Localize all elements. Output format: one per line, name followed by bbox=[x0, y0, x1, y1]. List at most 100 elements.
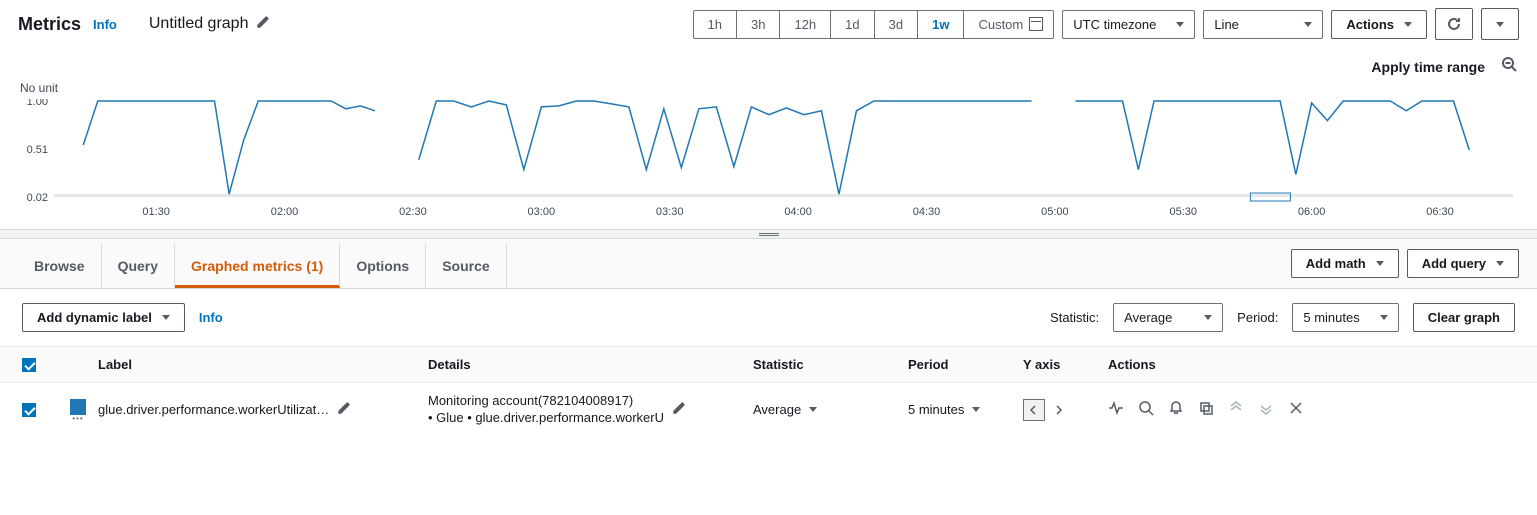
statistic-value: Average bbox=[1124, 310, 1172, 325]
header-controls: 1h 3h 12h 1d 3d 1w Custom UTC timezone L… bbox=[693, 8, 1519, 40]
add-query-label: Add query bbox=[1422, 256, 1486, 271]
controls-row: Add dynamic label Info Statistic: Averag… bbox=[0, 289, 1537, 347]
apply-time-range[interactable]: Apply time range bbox=[1371, 59, 1485, 75]
refresh-button[interactable] bbox=[1435, 8, 1473, 40]
svg-text:0.51: 0.51 bbox=[27, 144, 48, 156]
copy-icon[interactable] bbox=[1198, 400, 1214, 419]
info-link[interactable]: Info bbox=[93, 17, 117, 32]
svg-text:02:00: 02:00 bbox=[271, 206, 299, 218]
row-statistic-select[interactable]: Average bbox=[753, 402, 817, 417]
range-custom[interactable]: Custom bbox=[964, 11, 1053, 38]
svg-text:02:30: 02:30 bbox=[399, 206, 427, 218]
period-select[interactable]: 5 minutes bbox=[1292, 303, 1398, 332]
statistic-select[interactable]: Average bbox=[1113, 303, 1223, 332]
range-3h[interactable]: 3h bbox=[737, 11, 780, 38]
tab-options[interactable]: Options bbox=[340, 244, 426, 288]
metrics-header: Metrics Info Untitled graph 1h 3h 12h 1d… bbox=[0, 0, 1537, 48]
col-header-details: Details bbox=[428, 357, 753, 372]
range-1w[interactable]: 1w bbox=[918, 11, 964, 38]
chart-ylabel: No unit bbox=[20, 81, 1519, 95]
range-3d[interactable]: 3d bbox=[875, 11, 918, 38]
row-statistic-value: Average bbox=[753, 402, 801, 417]
range-12h[interactable]: 12h bbox=[780, 11, 831, 38]
time-range-group: 1h 3h 12h 1d 3d 1w Custom bbox=[693, 10, 1055, 39]
chevron-down-icon bbox=[809, 407, 817, 412]
graph-title: Untitled graph bbox=[149, 15, 249, 33]
chevron-down-icon bbox=[972, 407, 980, 412]
row-checkbox[interactable] bbox=[22, 403, 36, 417]
col-header-statistic: Statistic bbox=[753, 357, 908, 372]
chart-type-label: Line bbox=[1214, 17, 1239, 32]
chevron-down-icon bbox=[1496, 261, 1504, 266]
splitter-handle[interactable] bbox=[0, 229, 1537, 239]
move-down-icon[interactable] bbox=[1258, 400, 1274, 419]
range-custom-label: Custom bbox=[978, 17, 1023, 32]
pencil-icon[interactable] bbox=[337, 401, 351, 418]
tab-graphed-metrics[interactable]: Graphed metrics (1) bbox=[175, 244, 340, 288]
period-label: Period: bbox=[1237, 310, 1278, 325]
svg-text:1.00: 1.00 bbox=[27, 99, 48, 108]
row-period-select[interactable]: 5 minutes bbox=[908, 402, 980, 417]
info-link[interactable]: Info bbox=[199, 310, 223, 325]
pencil-icon[interactable] bbox=[256, 15, 270, 34]
chevron-down-icon bbox=[1204, 315, 1212, 320]
tabs-bar: Browse Query Graphed metrics (1) Options… bbox=[0, 239, 1537, 289]
clear-graph-button[interactable]: Clear graph bbox=[1413, 303, 1515, 332]
chevron-down-icon bbox=[1376, 261, 1384, 266]
svg-text:04:00: 04:00 bbox=[784, 206, 812, 218]
yaxis-left-button[interactable] bbox=[1023, 399, 1045, 421]
tab-query[interactable]: Query bbox=[102, 244, 175, 288]
actions-label: Actions bbox=[1346, 17, 1394, 32]
range-1d[interactable]: 1d bbox=[831, 11, 874, 38]
actions-button[interactable]: Actions bbox=[1331, 10, 1427, 39]
chevron-down-icon bbox=[1380, 315, 1388, 320]
tab-source[interactable]: Source bbox=[426, 244, 506, 288]
range-1h[interactable]: 1h bbox=[694, 11, 737, 38]
search-icon[interactable] bbox=[1138, 400, 1154, 419]
add-query-button[interactable]: Add query bbox=[1407, 249, 1519, 278]
move-up-icon[interactable] bbox=[1228, 400, 1244, 419]
yaxis-right-button[interactable] bbox=[1047, 399, 1069, 421]
svg-text:01:30: 01:30 bbox=[142, 206, 170, 218]
metric-details: Monitoring account(782104008917) • Glue … bbox=[428, 393, 664, 427]
table-header-row: Label Details Statistic Period Y axis Ac… bbox=[0, 347, 1537, 383]
svg-text:05:00: 05:00 bbox=[1041, 206, 1069, 218]
chevron-down-icon bbox=[1304, 22, 1312, 27]
graph-title-group: Untitled graph bbox=[149, 15, 271, 34]
add-dynamic-label-text: Add dynamic label bbox=[37, 310, 152, 325]
chart-area: No unit 0.020.511.0001:3002:0002:3003:00… bbox=[0, 81, 1537, 229]
add-dynamic-label-button[interactable]: Add dynamic label bbox=[22, 303, 185, 332]
line-chart[interactable]: 0.020.511.0001:3002:0002:3003:0003:3004:… bbox=[18, 99, 1519, 219]
pulse-icon[interactable] bbox=[1108, 400, 1124, 419]
chevron-down-icon bbox=[1404, 22, 1412, 27]
timezone-select[interactable]: UTC timezone bbox=[1062, 10, 1195, 39]
metric-label: glue.driver.performance.workerUtilizat… bbox=[98, 402, 329, 417]
svg-text:03:30: 03:30 bbox=[656, 206, 684, 218]
zoom-reset-icon[interactable] bbox=[1501, 56, 1519, 77]
pencil-icon[interactable] bbox=[672, 401, 686, 418]
table-row: ••• glue.driver.performance.workerUtiliz… bbox=[0, 383, 1537, 437]
calendar-icon bbox=[1029, 17, 1043, 31]
col-header-period: Period bbox=[908, 357, 1023, 372]
col-header-actions: Actions bbox=[1108, 357, 1515, 372]
color-swatch[interactable]: ••• bbox=[58, 399, 98, 421]
svg-text:03:00: 03:00 bbox=[528, 206, 556, 218]
metrics-table: Label Details Statistic Period Y axis Ac… bbox=[0, 347, 1537, 437]
chevron-down-icon bbox=[1496, 22, 1504, 27]
col-header-label: Label bbox=[98, 357, 428, 372]
details-line1: Monitoring account(782104008917) bbox=[428, 393, 664, 410]
bell-icon[interactable] bbox=[1168, 400, 1184, 419]
add-math-button[interactable]: Add math bbox=[1291, 249, 1399, 278]
chart-type-select[interactable]: Line bbox=[1203, 10, 1323, 39]
close-icon[interactable] bbox=[1288, 400, 1304, 419]
row-period-value: 5 minutes bbox=[908, 402, 964, 417]
select-all-checkbox[interactable] bbox=[22, 358, 36, 372]
svg-text:06:30: 06:30 bbox=[1426, 206, 1454, 218]
details-line2: • Glue • glue.driver.performance.workerU bbox=[428, 410, 664, 427]
tab-browse[interactable]: Browse bbox=[18, 244, 102, 288]
chart-subheader: Apply time range bbox=[0, 48, 1537, 81]
timezone-label: UTC timezone bbox=[1073, 17, 1156, 32]
refresh-menu-button[interactable] bbox=[1481, 8, 1519, 40]
chevron-down-icon bbox=[162, 315, 170, 320]
svg-text:06:00: 06:00 bbox=[1298, 206, 1326, 218]
